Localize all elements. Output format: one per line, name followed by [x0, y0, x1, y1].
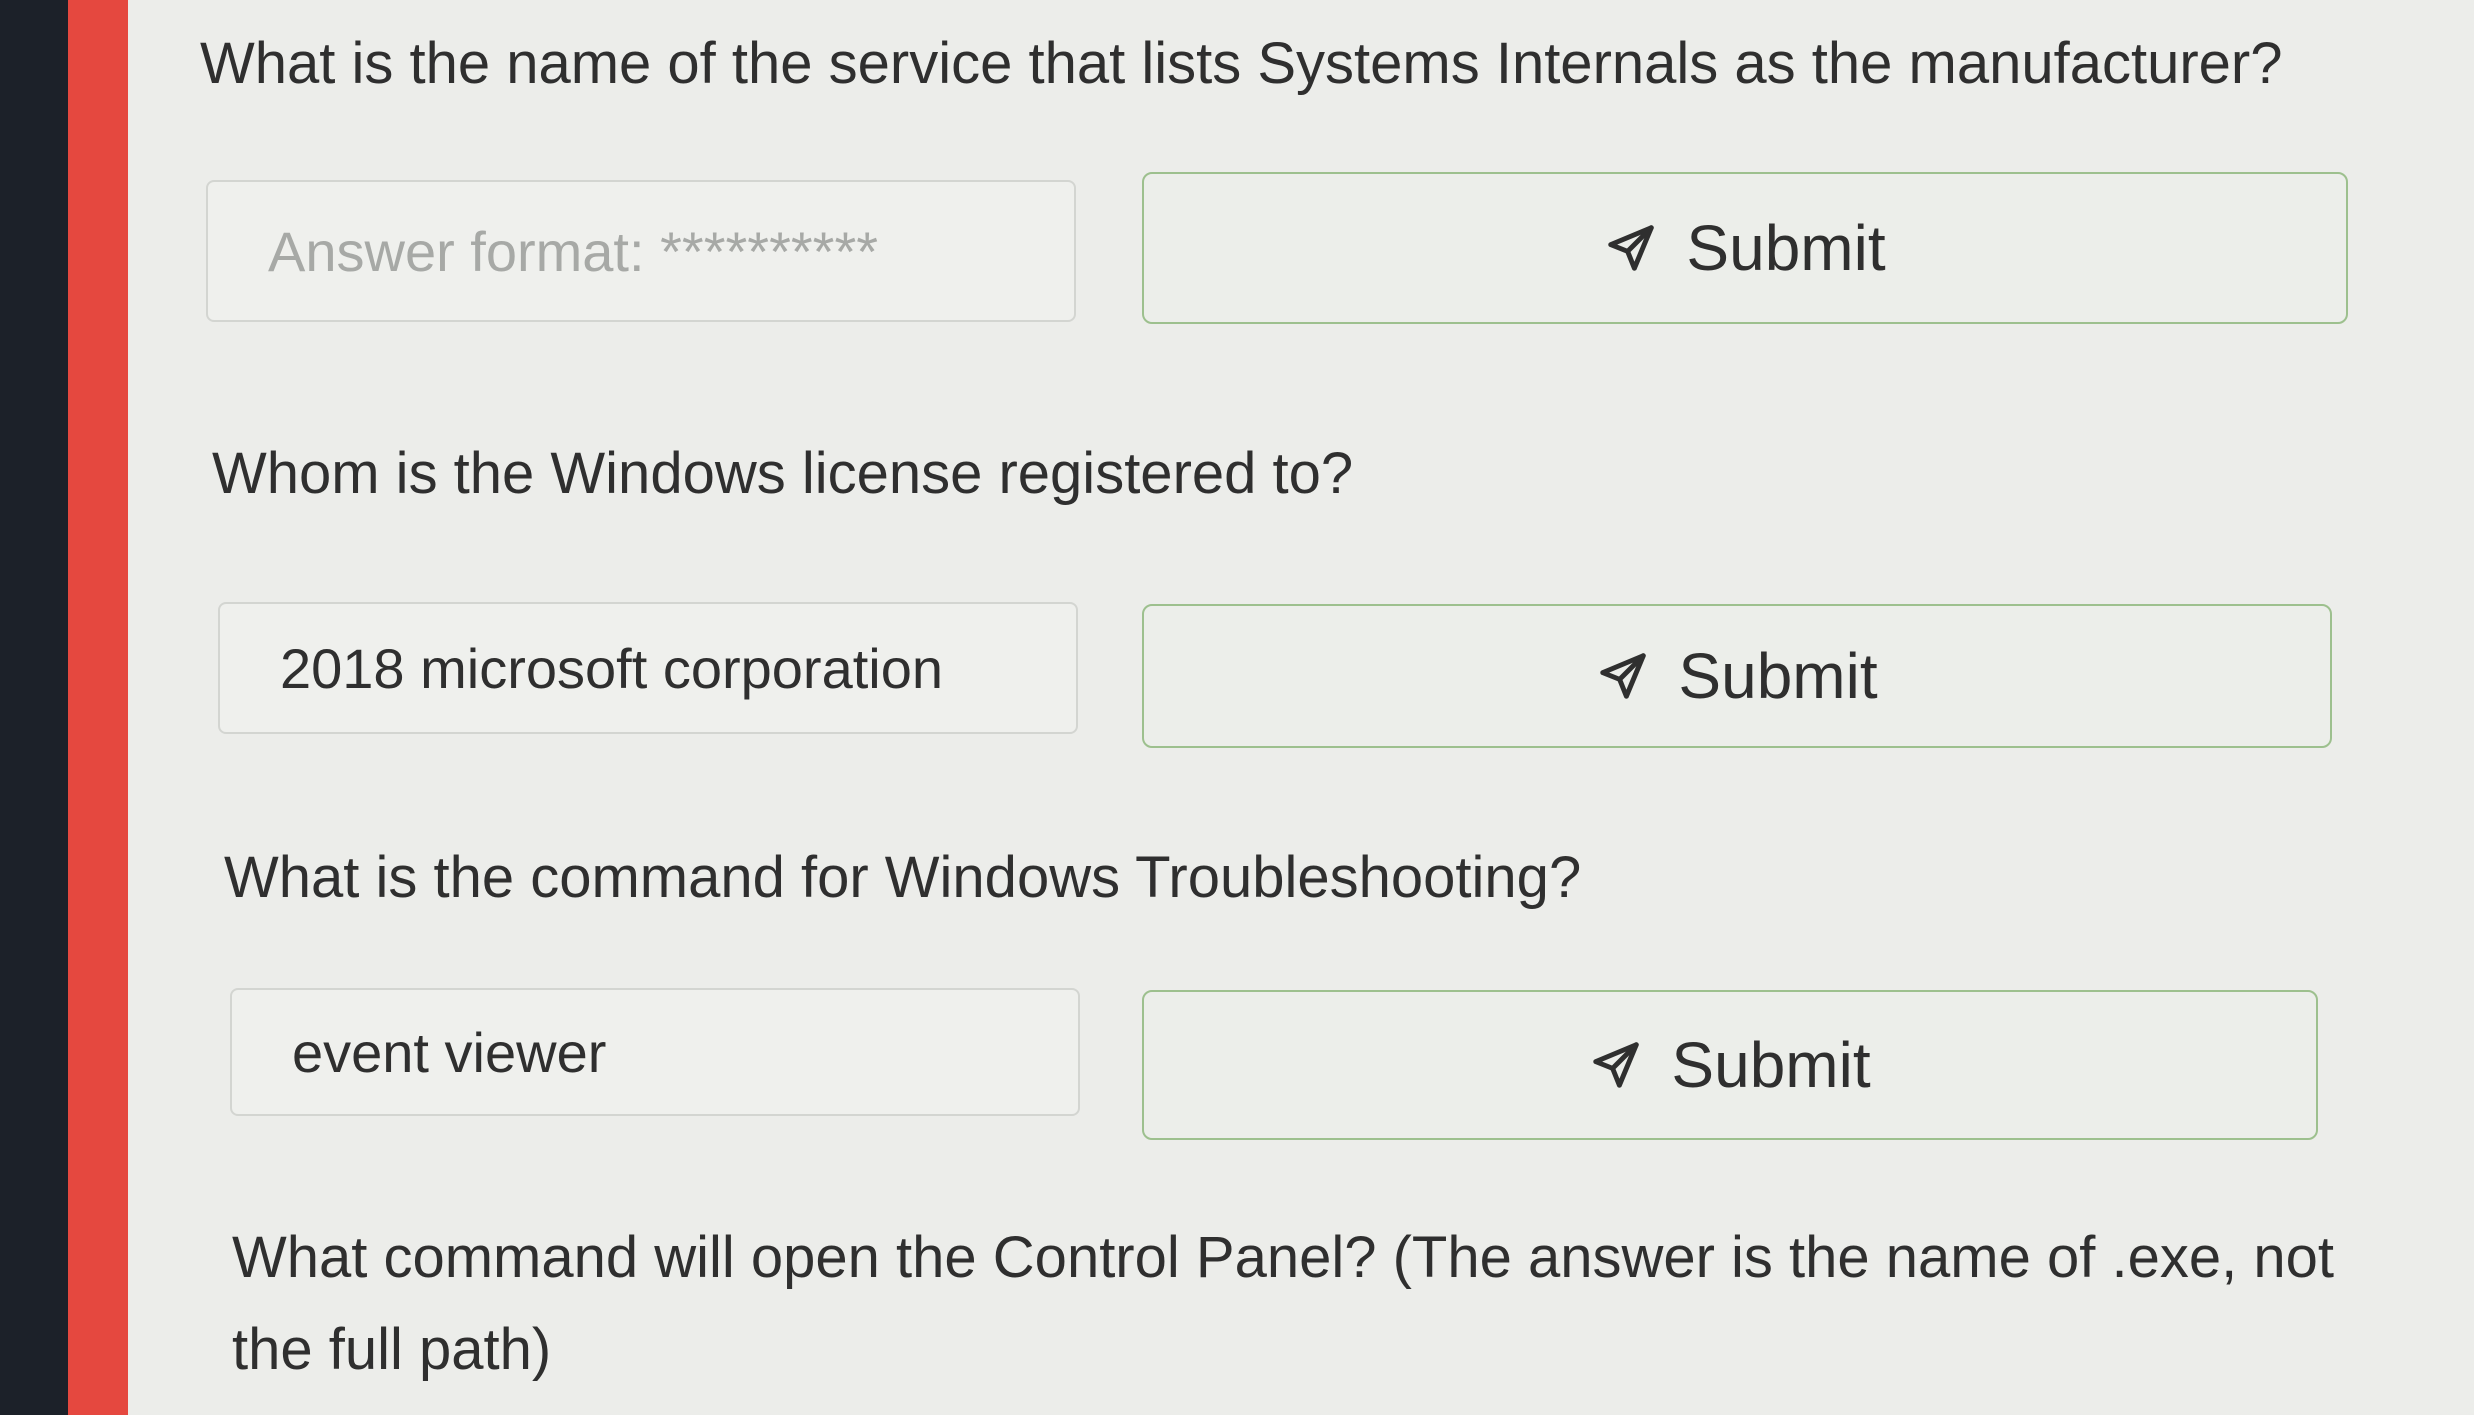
task-questions-panel: What is the name of the service that lis… [128, 0, 2474, 1415]
screen-bezel [0, 0, 68, 1415]
question-3-text: What is the command for Windows Troubles… [224, 845, 1582, 910]
question-3-submit-label: Submit [1671, 1029, 1871, 1101]
question-1-submit-label: Submit [1686, 212, 1886, 284]
question-3-answer-input[interactable] [230, 988, 1080, 1116]
question-2-submit-label: Submit [1678, 640, 1878, 712]
question-2-text: Whom is the Windows license registered t… [212, 441, 1354, 506]
question-2-answer-input[interactable] [218, 602, 1078, 734]
task-accent-bar [68, 0, 128, 1415]
paper-plane-icon [1608, 225, 1655, 271]
question-1-text: What is the name of the service that lis… [200, 31, 2283, 96]
question-1-answer-input[interactable] [206, 180, 1076, 322]
paper-plane-icon [1593, 1042, 1640, 1088]
question-3-submit-button[interactable]: Submit [1142, 990, 2318, 1140]
question-4-text: What command will open the Control Panel… [232, 1225, 2334, 1382]
question-2-submit-button[interactable]: Submit [1142, 604, 2332, 748]
question-1-submit-button[interactable]: Submit [1142, 172, 2348, 324]
paper-plane-icon [1600, 653, 1647, 699]
